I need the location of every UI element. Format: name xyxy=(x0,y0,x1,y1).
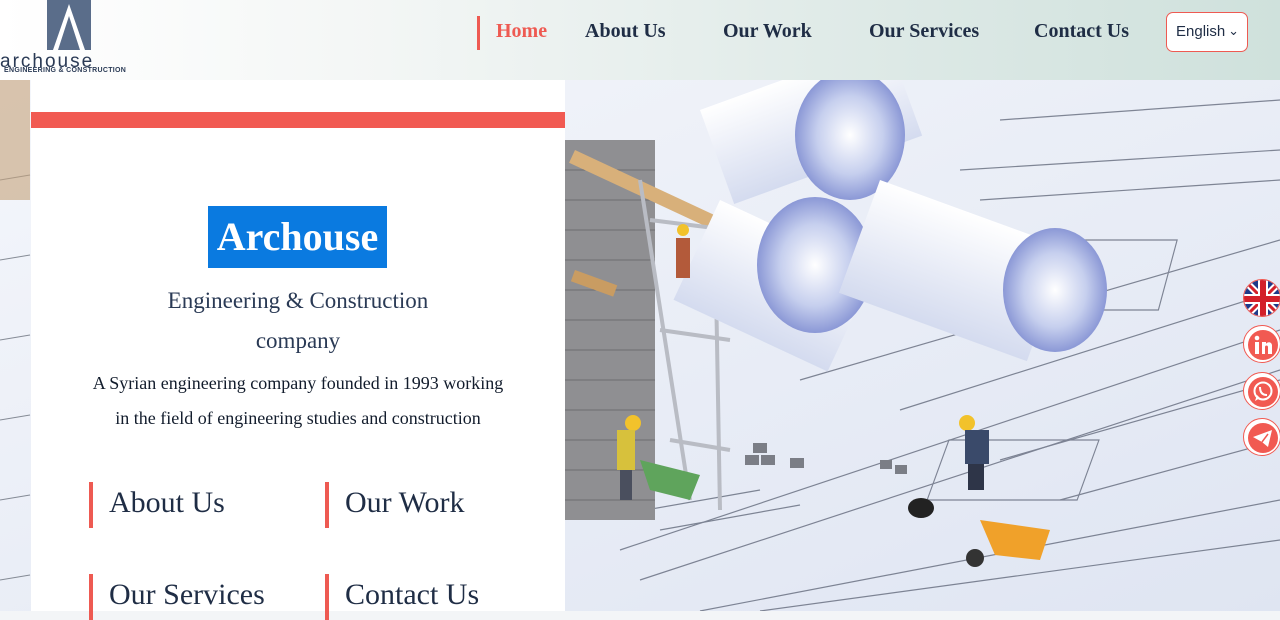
brand-tagline-line1: Engineering & Construction xyxy=(167,288,429,313)
card-link-label: Our Work xyxy=(345,486,465,519)
card-link-our-services[interactable]: Our Services xyxy=(89,574,265,620)
site-logo[interactable]: archouse ENGINEERING & CONSTRUCTION xyxy=(0,0,145,80)
language-selected-value: English xyxy=(1176,23,1226,40)
company-description-line2: in the field of engineering studies and … xyxy=(115,408,481,428)
telegram-icon[interactable] xyxy=(1243,418,1280,456)
card-accent-stripe xyxy=(31,112,565,128)
link-accent-bar xyxy=(89,574,93,620)
nav-contact-us[interactable]: Contact Us xyxy=(1034,20,1129,43)
card-link-our-work[interactable]: Our Work xyxy=(325,482,465,528)
site-header: archouse ENGINEERING & CONSTRUCTION Home… xyxy=(0,0,1280,80)
link-accent-bar xyxy=(325,574,329,620)
company-description-line1: A Syrian engineering company founded in … xyxy=(92,373,504,393)
nav-our-services[interactable]: Our Services xyxy=(869,20,979,43)
link-accent-bar xyxy=(325,482,329,528)
chevron-down-icon: ⌄ xyxy=(1228,23,1239,38)
brand-title: Archouse xyxy=(208,206,387,268)
card-link-about-us[interactable]: About Us xyxy=(89,482,225,528)
whatsapp-icon[interactable] xyxy=(1243,372,1280,410)
card-link-label: About Us xyxy=(109,486,225,519)
link-accent-bar xyxy=(89,482,93,528)
card-link-label: Contact Us xyxy=(345,578,480,611)
language-select[interactable]: English ⌄ xyxy=(1166,12,1248,52)
card-link-label: Our Services xyxy=(109,578,265,611)
nav-about-us[interactable]: About Us xyxy=(585,20,666,43)
linkedin-icon[interactable] xyxy=(1243,325,1280,363)
nav-home[interactable]: Home xyxy=(496,20,547,43)
nav-active-marker xyxy=(477,16,480,50)
uk-flag-icon[interactable] xyxy=(1243,279,1280,317)
brand-tagline-line2: company xyxy=(255,328,341,353)
nav-our-work[interactable]: Our Work xyxy=(723,20,812,43)
logo-mark-icon xyxy=(47,0,91,50)
logo-subtitle: ENGINEERING & CONSTRUCTION xyxy=(4,67,127,74)
card-link-contact-us[interactable]: Contact Us xyxy=(325,574,480,620)
